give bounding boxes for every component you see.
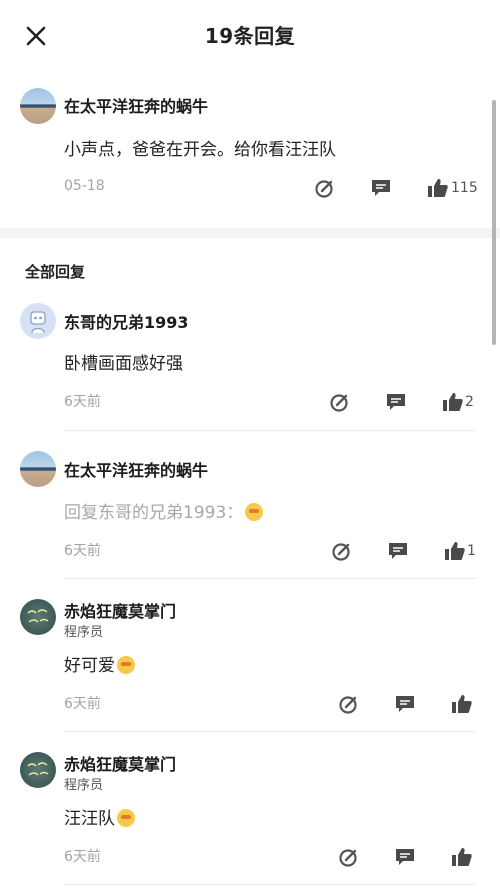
avatar[interactable] [20, 752, 56, 788]
avatar[interactable] [20, 88, 56, 124]
user-role: 程序员 [64, 625, 104, 640]
thumbs-up-icon[interactable] [443, 539, 467, 563]
edit-icon[interactable] [337, 845, 361, 869]
like-count: 2 [465, 394, 474, 410]
comment-text-value: 好可爱 [64, 656, 115, 676]
cute-emoji-icon [117, 656, 135, 674]
username[interactable]: 在太平洋狂奔的蜗牛 [64, 457, 208, 481]
comment-date: 6天前 [64, 394, 101, 410]
grin-emoji-icon [245, 503, 264, 521]
divider [64, 578, 476, 579]
avatar[interactable] [20, 303, 56, 339]
avatar[interactable] [20, 599, 56, 635]
avatar[interactable] [20, 451, 56, 487]
thumbs-up-icon[interactable] [450, 692, 474, 716]
comment-date: 6天前 [64, 849, 101, 865]
divider [64, 430, 476, 431]
like-count: 1 [467, 543, 476, 559]
edit-icon[interactable] [337, 692, 361, 716]
divider [64, 884, 476, 885]
divider [64, 731, 476, 732]
thumbs-up-icon[interactable] [450, 845, 474, 869]
comment-icon[interactable] [369, 176, 393, 200]
edit-icon[interactable] [328, 390, 352, 414]
comment-icon[interactable] [393, 692, 417, 716]
section-divider [0, 228, 500, 238]
section-title: 全部回复 [25, 263, 86, 281]
grin-emoji-icon [117, 809, 135, 827]
reply-to-text: 回复东哥的兄弟1993： [64, 503, 244, 523]
username[interactable]: 赤焰狂魔莫掌门 [64, 598, 176, 622]
chalkboard-avatar-icon [27, 762, 49, 776]
header: 19条回复 [0, 0, 500, 72]
scrollbar[interactable] [492, 100, 496, 345]
robot-avatar-icon [30, 311, 46, 334]
thumbs-up-icon[interactable] [441, 390, 465, 414]
username[interactable]: 赤焰狂魔莫掌门 [64, 751, 176, 775]
like-count: 115 [451, 180, 478, 196]
page-title: 19条回复 [204, 24, 296, 48]
comment-date: 6天前 [64, 696, 101, 712]
username[interactable]: 东哥的兄弟1993 [64, 309, 189, 333]
chalkboard-avatar-icon [27, 609, 49, 623]
comment-text: 汪汪队 [64, 804, 135, 829]
comment-text: 好可爱 [64, 651, 135, 676]
comment-text-value: 汪汪队 [64, 809, 115, 829]
user-role: 程序员 [64, 778, 104, 793]
comment-text: 卧槽画面感好强 [64, 354, 183, 374]
username[interactable]: 在太平洋狂奔的蜗牛 [64, 93, 208, 117]
comment-date: 6天前 [64, 543, 101, 559]
edit-icon[interactable] [313, 176, 337, 200]
comment-icon[interactable] [384, 390, 408, 414]
comment-icon[interactable] [393, 845, 417, 869]
comment-icon[interactable] [386, 539, 410, 563]
comment-text: 小声点，爸爸在开会。给你看汪汪队 [64, 140, 336, 160]
comment-date: 05-18 [64, 178, 105, 194]
thumbs-up-icon[interactable] [426, 176, 450, 200]
edit-icon[interactable] [330, 539, 354, 563]
comment-text: 回复东哥的兄弟1993： [64, 498, 264, 523]
